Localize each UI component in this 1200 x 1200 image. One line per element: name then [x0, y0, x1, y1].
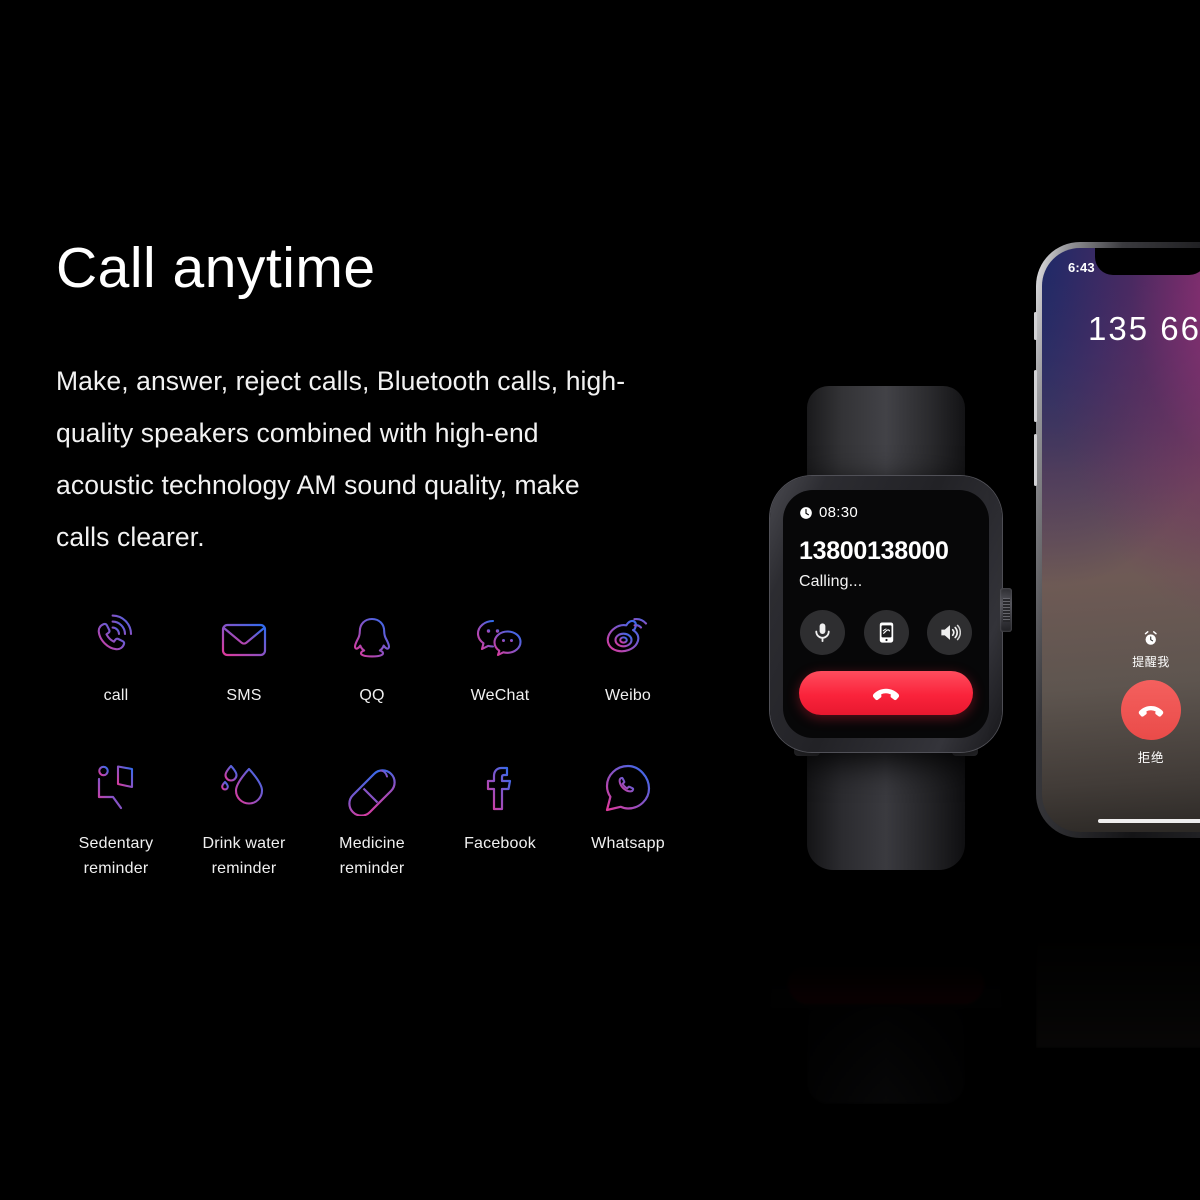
phone-caller-number: 135 6666: [1088, 310, 1200, 347]
feature-label: SMS: [226, 687, 262, 704]
feature-label: Weibo: [604, 687, 652, 704]
alarm-clock-icon: [1145, 631, 1157, 645]
phone-volume-up-button[interactable]: [1034, 370, 1037, 422]
feature-label: Drink water reminder: [202, 835, 286, 877]
phone-notch: [1095, 248, 1200, 275]
hangup-icon: [872, 688, 900, 701]
phone-remind-me-button[interactable]: 提醒我: [1132, 630, 1170, 670]
phone-decline-button[interactable]: 拒绝: [1121, 680, 1181, 766]
phone-status-time: 6:43: [1068, 260, 1095, 275]
feature-item-wechat[interactable]: WeChat: [436, 612, 564, 708]
smartwatch-device: 08:30 13800138000 Calling...: [736, 384, 1036, 874]
speaker-icon: [941, 624, 961, 641]
watch-caller-number: 13800138000: [799, 537, 949, 565]
feature-item-drink-water[interactable]: Drink water reminder: [180, 760, 308, 881]
feature-icon-grid: call SMS QQ WeChat Weibo Sedentary remin…: [52, 612, 672, 881]
phone-volume-down-button[interactable]: [1034, 434, 1037, 486]
feature-label: Sedentary reminder: [78, 835, 154, 877]
feature-label: call: [103, 687, 129, 704]
pill-capsule-icon: [348, 769, 396, 816]
watch-speaker-button[interactable]: [927, 610, 972, 655]
watch-case: 08:30 13800138000 Calling...: [770, 476, 1012, 752]
feature-label: QQ: [359, 687, 385, 704]
microphone-icon: [815, 623, 830, 643]
phone-mute-switch[interactable]: [1034, 312, 1037, 340]
phone-home-indicator[interactable]: [1098, 819, 1200, 823]
page-title: Call anytime: [56, 236, 376, 300]
phone-handset-icon: [879, 622, 893, 643]
watch-status-bar: 08:30: [799, 504, 973, 521]
feature-label: WeChat: [470, 687, 530, 704]
phone-call-icon: [97, 614, 133, 651]
watch-screen: 08:30 13800138000 Calling...: [783, 490, 989, 738]
watch-status-time: 08:30: [819, 504, 859, 521]
feature-item-weibo[interactable]: Weibo: [564, 612, 692, 708]
sedentary-person-icon: [95, 765, 134, 810]
qq-penguin-icon: [353, 617, 391, 658]
phone-screen: 6:43 135 6666 提醒我 拒绝: [1042, 248, 1200, 832]
feature-item-medicine[interactable]: Medicine reminder: [308, 760, 436, 881]
feature-label: Facebook: [464, 835, 536, 852]
feature-item-facebook[interactable]: Facebook: [436, 760, 564, 881]
weibo-eye-icon: [606, 618, 648, 653]
wechat-bubbles-icon: [476, 619, 522, 657]
feature-item-whatsapp[interactable]: Whatsapp: [564, 760, 692, 881]
phone-decline-label: 拒绝: [1137, 751, 1165, 765]
watch-transfer-to-phone-button[interactable]: [863, 610, 909, 655]
watch-call-actions: [799, 610, 973, 655]
phone-reflection: [1036, 838, 1200, 1048]
feature-item-call[interactable]: call: [52, 612, 180, 708]
water-drop-icon: [221, 764, 264, 805]
feature-item-qq[interactable]: QQ: [308, 612, 436, 708]
clock-icon: [800, 506, 812, 519]
envelope-icon: [221, 623, 267, 657]
watch-end-call-button[interactable]: [799, 671, 973, 715]
whatsapp-icon: [605, 764, 651, 812]
marketing-copy-panel: Call anytime Make, answer, reject calls,…: [56, 240, 676, 563]
feature-label: Medicine reminder: [339, 835, 405, 877]
watch-strap-bottom: [807, 736, 965, 870]
watch-reflection: [736, 858, 1036, 1104]
facebook-f-icon: [486, 766, 512, 811]
phone-remind-me-label: 提醒我: [1132, 655, 1170, 669]
feature-item-sms[interactable]: SMS: [180, 612, 308, 708]
feature-item-sedentary[interactable]: Sedentary reminder: [52, 760, 180, 881]
smartphone-device: 6:43 135 6666 提醒我 拒绝: [1034, 242, 1200, 838]
watch-mute-button[interactable]: [800, 610, 845, 655]
watch-crown-button[interactable]: [1000, 588, 1012, 632]
phone-frame: 6:43 135 6666 提醒我 拒绝: [1034, 242, 1200, 838]
watch-call-state: Calling...: [799, 573, 863, 590]
page-description: Make, answer, reject calls, Bluetooth ca…: [56, 366, 626, 552]
hangup-icon: [1138, 706, 1164, 717]
feature-label: Whatsapp: [591, 835, 665, 852]
